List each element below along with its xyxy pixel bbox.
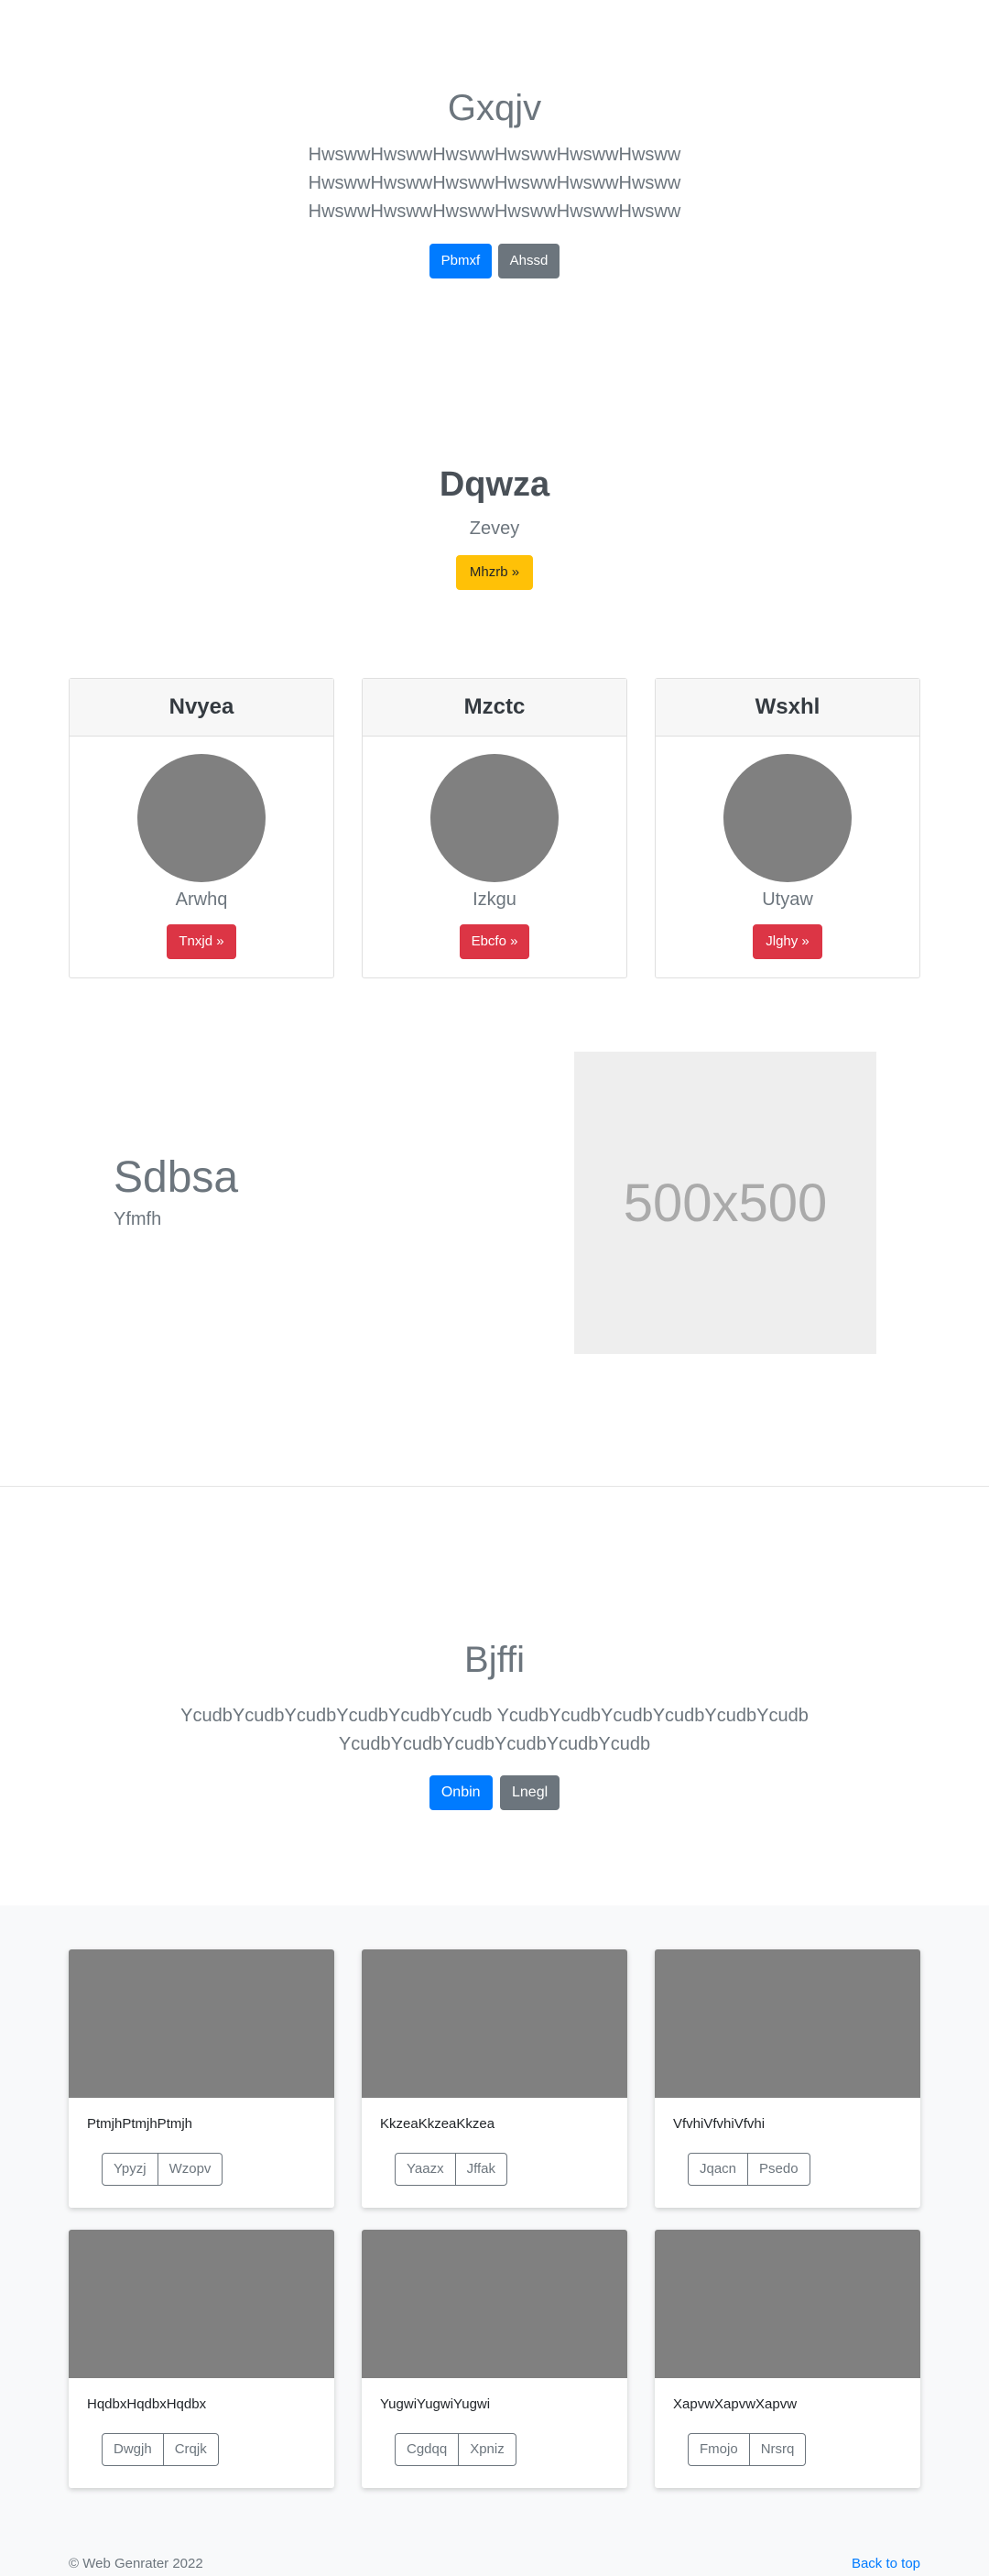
profile-card-button[interactable]: Tnxjd » [167, 924, 236, 959]
album-hero-lead-line: YcudbYcudbYcudbYcudbYcudbYcudb YcudbYcud… [180, 1706, 809, 1726]
hero-primary-button[interactable]: Pbmxf [429, 244, 493, 278]
album-hero-buttons: Onbin Lnegl [0, 1775, 989, 1810]
album-hero-secondary-button[interactable]: Lnegl [500, 1775, 560, 1810]
album-card-text: KkzeaKkzeaKkzea [380, 2116, 495, 2132]
promo-button[interactable]: Mhzrb » [456, 555, 533, 590]
profile-card: Nvyea Arwhq Tnxjd » [69, 678, 334, 978]
album-card-button[interactable]: Nrsrq [749, 2433, 807, 2466]
feature-section: Sdbsa Yfmfh 500x500 [0, 1052, 989, 1354]
album-card-button-group: Jqacn Psedo [688, 2153, 810, 2186]
profile-card-name: Izkgu [473, 890, 516, 910]
album-card-button[interactable]: Xpniz [459, 2433, 516, 2466]
album-card-button[interactable]: Wzopv [158, 2153, 223, 2186]
footer-copyright: © Web Genrater 2022 [69, 2556, 203, 2571]
hero-lead: HwswwHwswwHwswwHwswwHwswwHwsww HwswwHwsw… [0, 141, 989, 226]
album-hero-primary-button[interactable]: Onbin [429, 1775, 493, 1810]
hero-section: Gxqjv HwswwHwswwHwswwHwswwHwswwHwsww Hws… [0, 0, 989, 385]
album-card-button[interactable]: Jffak [455, 2153, 507, 2186]
album-card-button[interactable]: Fmojo [688, 2433, 750, 2466]
album-card-button[interactable]: Psedo [748, 2153, 810, 2186]
hero-buttons: Pbmxf Ahssd [0, 244, 989, 278]
album-card-text: PtmjhPtmjhPtmjh [87, 2116, 193, 2132]
profile-card-header: Nvyea [70, 679, 333, 737]
back-to-top-link[interactable]: Back to top [852, 2556, 920, 2571]
album-card: XapvwXapvwXapvw Fmojo Nrsrq [655, 2230, 920, 2488]
album-card-text: VfvhiVfvhiVfvhi [673, 2116, 766, 2132]
profile-card-name: Arwhq [175, 890, 228, 910]
hero-lead-line: HwswwHwswwHwswwHwswwHwswwHwsww [308, 173, 681, 193]
album-card-thumbnail [362, 1949, 627, 2098]
album-card-text: XapvwXapvwXapvw [673, 2396, 798, 2412]
avatar [723, 754, 852, 882]
album-card-button[interactable]: Ypyzj [102, 2153, 158, 2186]
album-hero-lead-line: YcudbYcudbYcudbYcudbYcudbYcudb [338, 1734, 651, 1754]
hero-secondary-button[interactable]: Ahssd [497, 244, 560, 278]
avatar [430, 754, 559, 882]
album-section: PtmjhPtmjhPtmjh Ypyzj Wzopv KkzeaKkzeaKk… [0, 1905, 989, 2576]
profile-card-header: Wsxhl [656, 679, 919, 737]
album-card-text: YugwiYugwiYugwi [380, 2396, 491, 2412]
album-card-thumbnail [69, 2230, 334, 2378]
album-hero-lead: YcudbYcudbYcudbYcudbYcudbYcudb YcudbYcud… [0, 1702, 989, 1759]
album-card-thumbnail [655, 2230, 920, 2378]
profile-card-name: Utyaw [762, 890, 813, 910]
album-card: YugwiYugwiYugwi Cgdqq Xpniz [362, 2230, 627, 2488]
hero-lead-line: HwswwHwswwHwswwHwswwHwswwHwsww [308, 202, 681, 222]
hero-title: Gxqjv [447, 88, 542, 128]
feature-image-placeholder: 500x500 [574, 1052, 876, 1354]
feature-title: Sdbsa [114, 1153, 239, 1202]
profile-cards: Nvyea Arwhq Tnxjd » Mzctc Izkgu Ebcfo » … [69, 678, 920, 980]
hero-lead-line: HwswwHwswwHwswwHwswwHwswwHwsww [308, 145, 681, 165]
album-card: PtmjhPtmjhPtmjh Ypyzj Wzopv [69, 1949, 334, 2208]
album-card-thumbnail [69, 1949, 334, 2098]
promo-title: Dqwza [439, 465, 550, 504]
album-card-button-group: Fmojo Nrsrq [688, 2433, 807, 2466]
profile-card-header: Mzctc [363, 679, 626, 737]
album-card-button-group: Dwgjh Crqjk [102, 2433, 219, 2466]
album-card: VfvhiVfvhiVfvhi Jqacn Psedo [655, 1949, 920, 2208]
album-card-button[interactable]: Dwgjh [102, 2433, 164, 2466]
album-card: KkzeaKkzeaKkzea Yaazx Jffak [362, 1949, 627, 2208]
album-hero-title: Bjffi [464, 1640, 525, 1680]
album-card-text: HqdbxHqdbxHqdbx [87, 2396, 207, 2412]
section-divider [0, 1486, 989, 1487]
album-card-button-group: Yaazx Jffak [395, 2153, 507, 2186]
profile-card: Wsxhl Utyaw Jlghy » [655, 678, 920, 978]
profile-card-button[interactable]: Ebcfo » [460, 924, 529, 959]
album-card-button[interactable]: Cgdqq [395, 2433, 460, 2466]
album-card-button[interactable]: Jqacn [688, 2153, 749, 2186]
avatar [137, 754, 266, 882]
album-card-button[interactable]: Crqjk [163, 2433, 219, 2466]
album-card: HqdbxHqdbxHqdbx Dwgjh Crqjk [69, 2230, 334, 2488]
album-card-thumbnail [655, 1949, 920, 2098]
album-card-button[interactable]: Yaazx [395, 2153, 456, 2186]
album-card-button-group: Cgdqq Xpniz [395, 2433, 516, 2466]
profile-card-button[interactable]: Jlghy » [753, 924, 822, 959]
profile-card: Mzctc Izkgu Ebcfo » [362, 678, 627, 978]
album-card-button-group: Ypyzj Wzopv [102, 2153, 223, 2186]
album-card-thumbnail [362, 2230, 627, 2378]
promo-subtitle: Zevey [469, 518, 520, 539]
feature-subtitle: Yfmfh [114, 1209, 162, 1229]
